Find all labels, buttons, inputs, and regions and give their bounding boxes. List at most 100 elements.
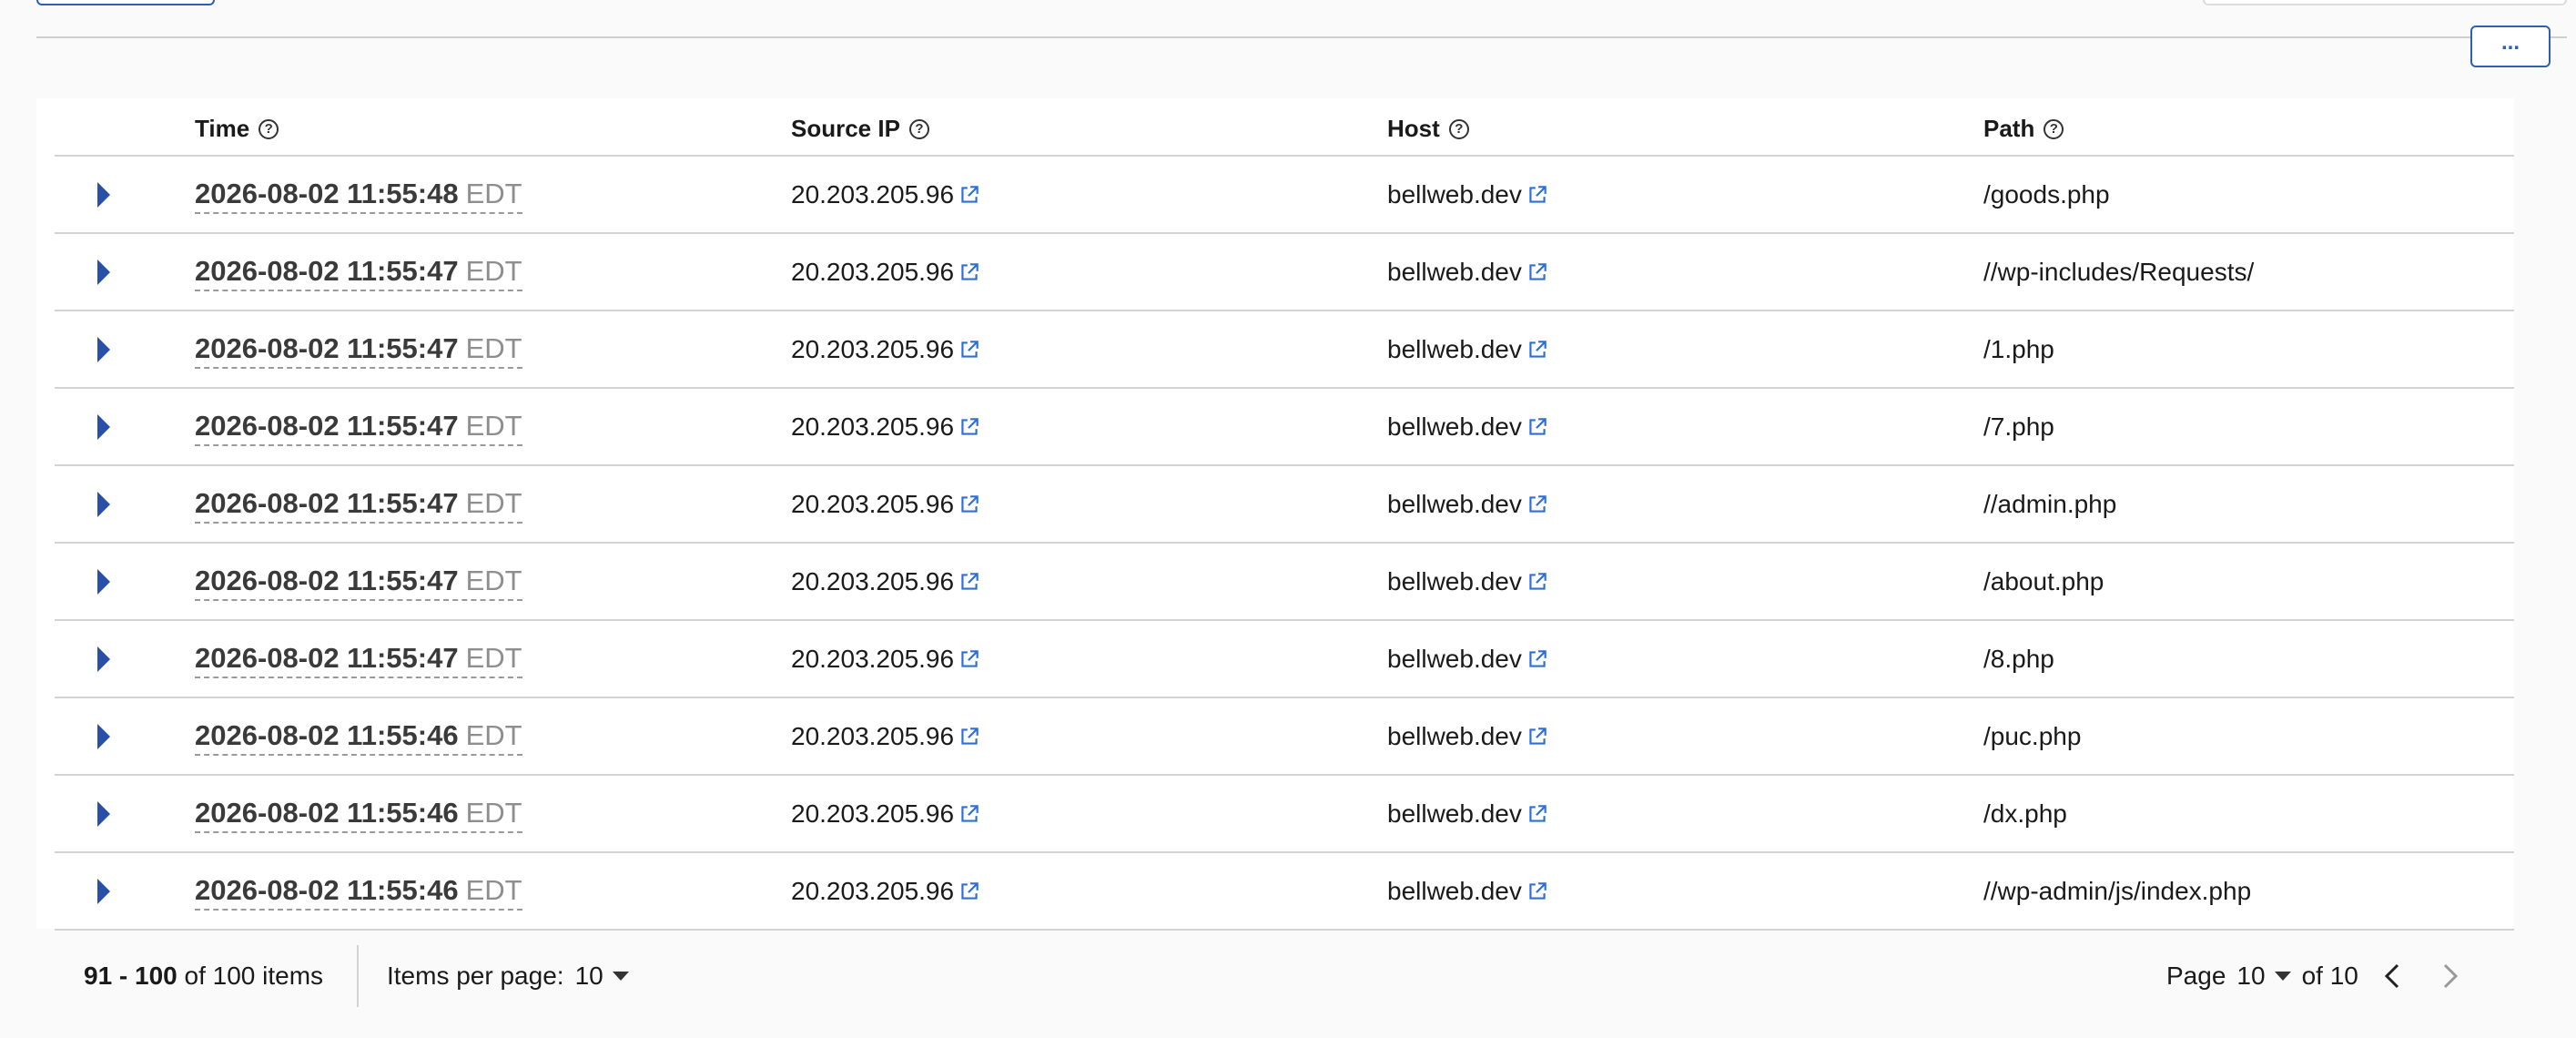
time-cell: 2026-08-02 11:55:47 EDT [195, 234, 522, 310]
external-link-icon[interactable] [958, 802, 981, 826]
timestamp[interactable]: 2026-08-02 11:55:46 EDT [195, 872, 522, 911]
source-ip-link[interactable]: 20.203.205.96 [791, 466, 981, 542]
items-per-page-select[interactable]: 10 [575, 962, 629, 991]
host-link[interactable]: bellweb.dev [1387, 234, 1549, 310]
timestamp[interactable]: 2026-08-02 11:55:46 EDT [195, 717, 522, 756]
external-link-icon[interactable] [1526, 570, 1549, 594]
expand-row-icon[interactable] [97, 801, 110, 827]
external-link-icon[interactable] [958, 725, 981, 748]
host-value: bellweb.dev [1387, 799, 1522, 828]
external-link-icon[interactable] [1526, 647, 1549, 671]
external-link-icon[interactable] [1526, 338, 1549, 361]
host-link[interactable]: bellweb.dev [1387, 466, 1549, 542]
column-header-time[interactable]: Time ? [195, 115, 279, 143]
external-link-icon[interactable] [958, 493, 981, 516]
expand-row-icon[interactable] [97, 879, 110, 904]
external-link-icon[interactable] [1526, 725, 1549, 748]
column-header-source-ip[interactable]: Source IP ? [791, 115, 929, 143]
table-row[interactable]: 2026-08-02 11:55:47 EDT 20.203.205.96 bellw… [55, 544, 2514, 621]
host-link[interactable]: bellweb.dev [1387, 544, 1549, 619]
table-row[interactable]: 2026-08-02 11:55:47 EDT 20.203.205.96 bellw… [55, 234, 2514, 311]
chevron-left-icon[interactable] [2376, 952, 2409, 1000]
requests-table: Time ? Source IP ? Host ? Path ? 2026-08… [36, 98, 2514, 931]
external-link-icon[interactable] [958, 415, 981, 439]
source-ip-link[interactable]: 20.203.205.96 [791, 853, 981, 929]
timestamp[interactable]: 2026-08-02 11:55:47 EDT [195, 485, 522, 524]
pagination-bar: 91 - 100 of 100 items Items per page: 10… [36, 929, 2514, 1020]
external-link-icon[interactable] [958, 183, 981, 207]
source-ip-link[interactable]: 20.203.205.96 [791, 776, 981, 851]
path-value: /puc.php [1983, 721, 2082, 750]
host-link[interactable]: bellweb.dev [1387, 621, 1549, 697]
external-link-icon[interactable] [958, 647, 981, 671]
page-select[interactable]: 10 [2236, 962, 2291, 991]
expand-row-icon[interactable] [97, 724, 110, 749]
table-row[interactable]: 2026-08-02 11:55:46 EDT 20.203.205.96 bellw… [55, 698, 2514, 776]
external-link-icon[interactable] [958, 260, 981, 284]
help-icon[interactable]: ? [908, 118, 929, 139]
path-cell: //admin.php [1983, 466, 2116, 542]
host-link[interactable]: bellweb.dev [1387, 698, 1549, 774]
expand-row-icon[interactable] [97, 569, 110, 595]
timestamp-timezone: EDT [465, 486, 522, 519]
external-link-icon[interactable] [958, 338, 981, 361]
expand-row-icon[interactable] [97, 646, 110, 672]
source-ip-link[interactable]: 20.203.205.96 [791, 544, 981, 619]
timestamp[interactable]: 2026-08-02 11:55:47 EDT [195, 408, 522, 446]
table-row[interactable]: 2026-08-02 11:55:47 EDT 20.203.205.96 bellw… [55, 389, 2514, 466]
timestamp[interactable]: 2026-08-02 11:55:48 EDT [195, 176, 522, 214]
expand-row-icon[interactable] [97, 260, 110, 285]
host-link[interactable]: bellweb.dev [1387, 311, 1549, 387]
top-action-button[interactable] [36, 0, 215, 5]
help-icon[interactable]: ? [1448, 118, 1469, 139]
source-ip-link[interactable]: 20.203.205.96 [791, 311, 981, 387]
column-header-host[interactable]: Host ? [1387, 115, 1469, 143]
timestamp[interactable]: 2026-08-02 11:55:47 EDT [195, 640, 522, 678]
external-link-icon[interactable] [1526, 183, 1549, 207]
external-link-icon[interactable] [1526, 415, 1549, 439]
path-cell: /7.php [1983, 389, 2054, 464]
table-row[interactable]: 2026-08-02 11:55:47 EDT 20.203.205.96 bellw… [55, 466, 2514, 544]
table-row[interactable]: 2026-08-02 11:55:47 EDT 20.203.205.96 bellw… [55, 311, 2514, 389]
source-ip-link[interactable]: 20.203.205.96 [791, 621, 981, 697]
more-options-button[interactable]: ... [2470, 25, 2551, 67]
expand-row-icon[interactable] [97, 414, 110, 440]
table-row[interactable]: 2026-08-02 11:55:46 EDT 20.203.205.96 bellw… [55, 853, 2514, 931]
source-ip-link[interactable]: 20.203.205.96 [791, 157, 981, 232]
source-ip-link[interactable]: 20.203.205.96 [791, 389, 981, 464]
help-icon[interactable]: ? [2044, 118, 2064, 139]
external-link-icon[interactable] [1526, 493, 1549, 516]
help-icon[interactable]: ? [259, 118, 279, 139]
external-link-icon[interactable] [1526, 802, 1549, 826]
external-link-icon[interactable] [1526, 260, 1549, 284]
expand-row-icon[interactable] [97, 492, 110, 517]
path-value: /1.php [1983, 334, 2054, 363]
column-header-path[interactable]: Path ? [1983, 115, 2064, 143]
source-ip-link[interactable]: 20.203.205.96 [791, 234, 981, 310]
item-range: 91 - 100 of 100 items [84, 962, 323, 991]
external-link-icon[interactable] [1526, 880, 1549, 903]
items-per-page: Items per page: 10 [387, 962, 629, 991]
host-link[interactable]: bellweb.dev [1387, 157, 1549, 232]
external-link-icon[interactable] [958, 880, 981, 903]
table-row[interactable]: 2026-08-02 11:55:46 EDT 20.203.205.96 bellw… [55, 776, 2514, 853]
table-row[interactable]: 2026-08-02 11:55:47 EDT 20.203.205.96 bellw… [55, 621, 2514, 698]
host-link[interactable]: bellweb.dev [1387, 853, 1549, 929]
external-link-icon[interactable] [958, 570, 981, 594]
path-cell: /goods.php [1983, 157, 2110, 232]
source-ip-value: 20.203.205.96 [791, 257, 955, 286]
source-ip-link[interactable]: 20.203.205.96 [791, 698, 981, 774]
expand-row-icon[interactable] [97, 337, 110, 362]
host-link[interactable]: bellweb.dev [1387, 776, 1549, 851]
timestamp[interactable]: 2026-08-02 11:55:47 EDT [195, 331, 522, 369]
top-search-box[interactable] [2203, 0, 2567, 5]
timestamp[interactable]: 2026-08-02 11:55:47 EDT [195, 563, 522, 601]
expand-row-icon[interactable] [97, 182, 110, 208]
host-link[interactable]: bellweb.dev [1387, 389, 1549, 464]
table-row[interactable]: 2026-08-02 11:55:48 EDT 20.203.205.96 bellw… [55, 157, 2514, 234]
chevron-right-icon[interactable] [2434, 952, 2467, 1000]
host-value: bellweb.dev [1387, 489, 1522, 518]
path-value: /about.php [1983, 566, 2104, 595]
timestamp[interactable]: 2026-08-02 11:55:47 EDT [195, 253, 522, 291]
timestamp[interactable]: 2026-08-02 11:55:46 EDT [195, 795, 522, 833]
